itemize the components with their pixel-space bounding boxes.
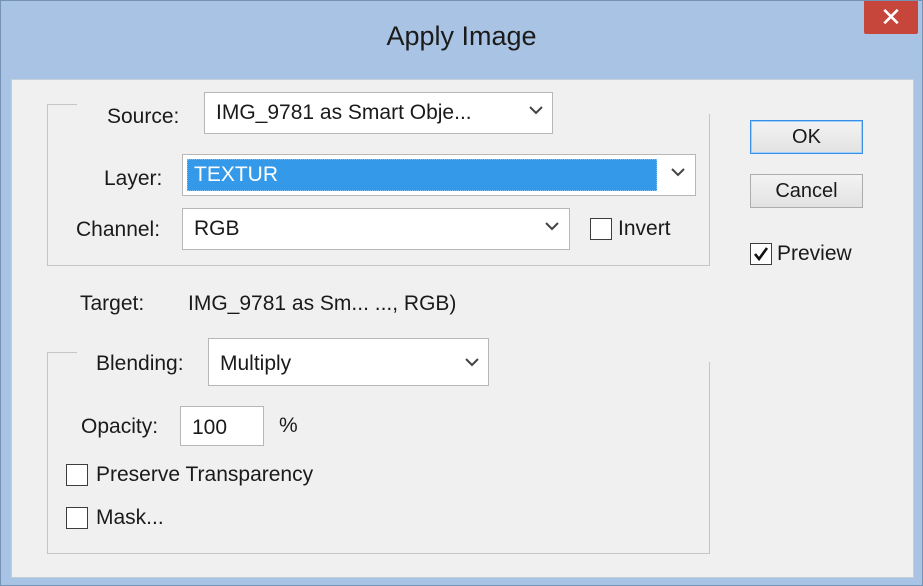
cancel-button[interactable]: Cancel <box>750 174 863 208</box>
opacity-unit: % <box>279 414 298 437</box>
target-label: Target: <box>80 292 145 315</box>
checkmark-icon <box>753 247 769 262</box>
dialog-title: Apply Image <box>386 21 537 51</box>
opacity-label: Opacity: <box>81 415 159 438</box>
layer-select[interactable]: TEXTUR <box>182 154 696 196</box>
blending-select-value: Multiply <box>220 352 292 375</box>
chevron-down-icon <box>529 106 543 115</box>
preview-label: Preview <box>777 242 852 265</box>
close-icon: ✕ <box>880 2 902 32</box>
preview-checkbox[interactable] <box>750 243 772 265</box>
blending-select[interactable]: Multiply <box>208 338 489 386</box>
apply-image-window: Apply Image ✕ Source: IMG_9781 as Smart … <box>0 0 923 586</box>
close-button[interactable]: ✕ <box>864 1 918 34</box>
chevron-down-icon <box>465 358 479 367</box>
layer-label: Layer: <box>104 167 163 190</box>
opacity-input[interactable]: 100 <box>180 406 264 446</box>
blending-label: Blending: <box>96 352 184 375</box>
channel-select[interactable]: RGB <box>182 208 570 250</box>
dialog-body: Source: IMG_9781 as Smart Obje... Layer:… <box>11 79 914 578</box>
opacity-input-value: 100 <box>192 416 228 439</box>
preserve-transparency-checkbox[interactable] <box>66 464 88 486</box>
chevron-down-icon <box>671 168 685 177</box>
preserve-transparency-label: Preserve Transparency <box>96 463 314 486</box>
title-bar[interactable]: Apply Image ✕ <box>1 1 922 79</box>
channel-label: Channel: <box>76 218 161 241</box>
layer-select-value: TEXTUR <box>194 163 278 186</box>
source-select[interactable]: IMG_9781 as Smart Obje... <box>204 92 553 134</box>
mask-checkbox[interactable] <box>66 507 88 529</box>
target-value: IMG_9781 as Sm... ..., RGB) <box>188 292 457 315</box>
source-select-value: IMG_9781 as Smart Obje... <box>216 101 472 124</box>
invert-checkbox[interactable] <box>590 218 612 240</box>
invert-label: Invert <box>618 217 671 240</box>
chevron-down-icon <box>545 222 559 231</box>
ok-button[interactable]: OK <box>750 120 863 154</box>
source-label: Source: <box>107 105 180 128</box>
channel-select-value: RGB <box>194 217 240 240</box>
mask-label: Mask... <box>96 506 164 529</box>
